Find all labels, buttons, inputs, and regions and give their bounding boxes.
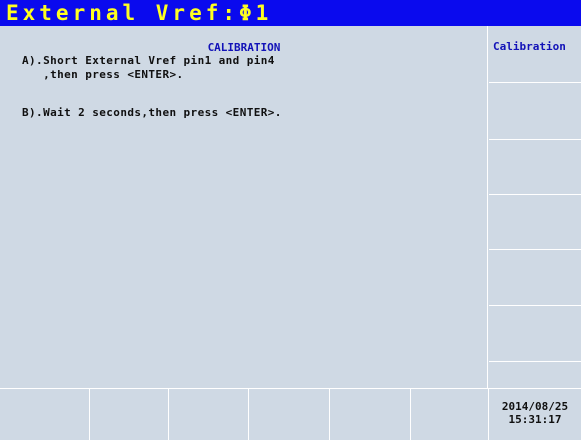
time-readout: 15:31:17: [508, 413, 562, 426]
softkey-calibration[interactable]: Calibration: [489, 26, 581, 83]
datetime-display: 2014/08/25 15:31:17: [489, 389, 581, 440]
function-key-3[interactable]: [169, 389, 249, 440]
softkey-6[interactable]: [489, 306, 581, 362]
function-key-2[interactable]: [90, 389, 169, 440]
title-bar: External Vref:Φ1: [0, 0, 581, 26]
softkey-5[interactable]: [489, 250, 581, 306]
softkey-4[interactable]: [489, 195, 581, 250]
function-key-bar: 2014/08/25 15:31:17: [0, 388, 581, 440]
function-key-1[interactable]: [0, 389, 90, 440]
softkey-panel: Calibration: [489, 26, 581, 388]
function-key-6[interactable]: [411, 389, 489, 440]
instruction-step-b: B).Wait 2 seconds,then press <ENTER>.: [22, 106, 282, 119]
date-readout: 2014/08/25: [501, 400, 569, 413]
function-key-4[interactable]: [249, 389, 330, 440]
instruction-step-a-continued: ,then press <ENTER>.: [22, 68, 184, 81]
page-title: External Vref:Φ1: [6, 1, 273, 25]
section-title: CALIBRATION: [207, 41, 281, 54]
softkey-3[interactable]: [489, 140, 581, 195]
instrument-screen: External Vref:Φ1 CALIBRATION A).Short Ex…: [0, 0, 581, 440]
function-key-5[interactable]: [330, 389, 411, 440]
softkey-label: Calibration: [493, 40, 566, 53]
instruction-step-a: A).Short External Vref pin1 and pin4: [22, 54, 275, 67]
softkey-2[interactable]: [489, 83, 581, 140]
main-panel: CALIBRATION A).Short External Vref pin1 …: [0, 26, 488, 388]
